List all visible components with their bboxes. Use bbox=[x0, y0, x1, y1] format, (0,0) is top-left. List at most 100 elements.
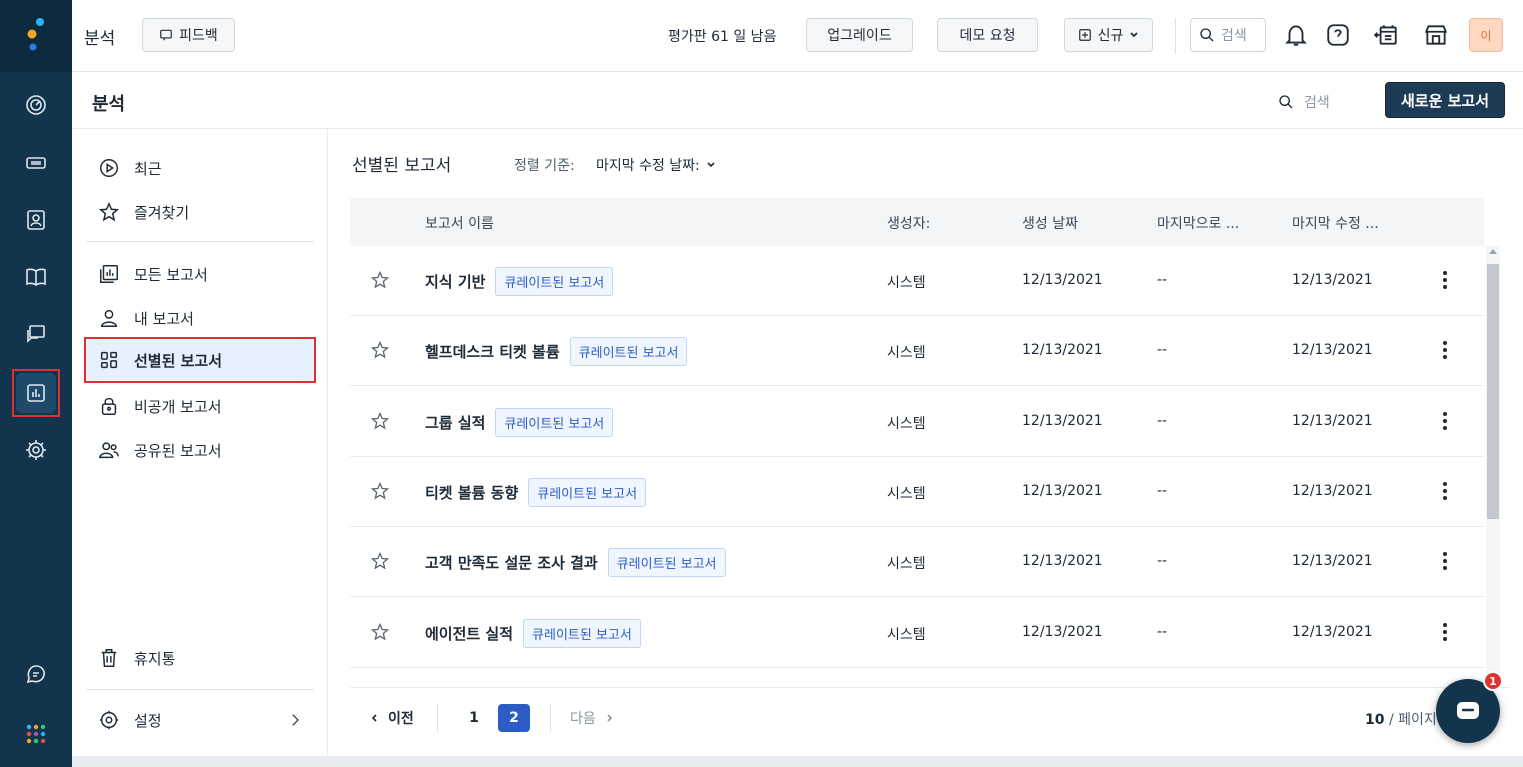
sidebar-item-my-reports[interactable]: 내 보고서 bbox=[86, 298, 314, 338]
new-dropdown-button[interactable]: 신규 bbox=[1064, 18, 1153, 52]
sidebar-item-curated-reports[interactable]: 선별된 보고서 bbox=[84, 337, 316, 383]
user-avatar[interactable]: 이 bbox=[1469, 18, 1503, 52]
page-2-button[interactable]: 2 bbox=[498, 704, 530, 732]
column-header-name[interactable]: 보고서 이름 bbox=[425, 213, 494, 233]
demo-request-button[interactable]: 데모 요청 bbox=[937, 18, 1038, 52]
trash-icon bbox=[101, 649, 117, 667]
contacts-icon[interactable] bbox=[22, 206, 50, 234]
report-name[interactable]: 헬프데스크 티켓 볼륨 bbox=[425, 341, 560, 362]
favorite-star-button[interactable] bbox=[370, 411, 392, 433]
page-1-button[interactable]: 1 bbox=[458, 704, 490, 732]
table-row[interactable]: 헬프데스크 티켓 볼륨 큐레이트된 보고서 시스템 12/13/2021 -- 12/13… bbox=[350, 316, 1484, 387]
star-icon bbox=[370, 622, 390, 641]
admin-settings-icon[interactable] bbox=[22, 436, 50, 464]
chat-support-icon[interactable] bbox=[22, 660, 50, 688]
app-logo[interactable] bbox=[0, 0, 72, 72]
upgrade-label: 업그레이드 bbox=[827, 28, 892, 44]
feedback-label: 피드백 bbox=[179, 28, 218, 44]
feedback-button[interactable]: 피드백 bbox=[142, 18, 235, 52]
marketplace-store-icon[interactable] bbox=[1421, 20, 1451, 50]
last-viewed-cell: -- bbox=[1157, 412, 1168, 429]
table-scrollbar[interactable] bbox=[1486, 246, 1500, 686]
logo-icon bbox=[27, 18, 44, 51]
report-name[interactable]: 티켓 볼륨 동향 bbox=[425, 482, 518, 503]
row-more-options-icon[interactable] bbox=[1440, 409, 1450, 433]
report-search-input[interactable]: 검색 bbox=[1278, 92, 1330, 112]
sidebar-item-private-reports[interactable]: 비공개 보고서 bbox=[86, 386, 314, 426]
demo-request-label: 데모 요청 bbox=[959, 28, 1016, 44]
last-modified-cell: 12/13/2021 bbox=[1292, 623, 1373, 640]
column-header-creator[interactable]: 생성자: bbox=[887, 213, 930, 233]
row-more-options-icon[interactable] bbox=[1440, 479, 1450, 503]
reports-stack-icon bbox=[100, 265, 118, 283]
knowledge-base-icon[interactable] bbox=[22, 263, 50, 291]
last-viewed-cell: -- bbox=[1157, 482, 1168, 499]
gear-icon bbox=[99, 710, 119, 730]
scroll-up-arrow[interactable] bbox=[1489, 249, 1497, 254]
section-title: 분석 bbox=[92, 94, 126, 115]
table-row[interactable]: 지식 기반 큐레이트된 보고서 시스템 12/13/2021 -- 12/13/2021 bbox=[350, 246, 1484, 316]
favorite-star-button[interactable] bbox=[370, 270, 392, 292]
last-modified-cell: 12/13/2021 bbox=[1292, 412, 1373, 429]
tickets-icon[interactable] bbox=[22, 149, 50, 177]
favorite-star-button[interactable] bbox=[370, 622, 392, 644]
favorite-star-button[interactable] bbox=[370, 481, 392, 503]
report-name-cell[interactable]: 에이전트 실적 큐레이트된 보고서 bbox=[425, 618, 641, 648]
sidebar-item-favorites[interactable]: 즐겨찾기 bbox=[86, 192, 314, 232]
report-name-cell[interactable]: 그룹 실적 큐레이트된 보고서 bbox=[425, 407, 614, 437]
column-header-last-viewed[interactable]: 마지막으로 ... bbox=[1157, 213, 1239, 233]
report-name-cell[interactable]: 헬프데스크 티켓 볼륨 큐레이트된 보고서 bbox=[425, 337, 688, 367]
global-search-input[interactable]: 검색 bbox=[1190, 18, 1266, 52]
upgrade-button[interactable]: 업그레이드 bbox=[806, 18, 913, 52]
next-page-button[interactable]: 다음 bbox=[570, 708, 614, 728]
star-icon bbox=[370, 270, 390, 289]
sort-dropdown[interactable]: 마지막 수정 날짜: bbox=[596, 155, 716, 175]
table-row[interactable]: 티켓 볼륨 동향 큐레이트된 보고서 시스템 12/13/2021 -- 12/13/20… bbox=[350, 457, 1484, 527]
row-more-options-icon[interactable] bbox=[1440, 549, 1450, 573]
notifications-icon[interactable] bbox=[1281, 20, 1311, 50]
sidebar-item-trash[interactable]: 휴지통 bbox=[86, 638, 314, 678]
user-icon bbox=[100, 309, 118, 327]
calendar-schedule-icon[interactable] bbox=[1371, 20, 1401, 50]
users-icon bbox=[98, 442, 119, 459]
report-name[interactable]: 에이전트 실적 bbox=[425, 623, 513, 644]
sidebar-item-all-reports[interactable]: 모든 보고서 bbox=[86, 254, 314, 294]
prev-page-label: 이전 bbox=[388, 711, 414, 727]
per-page-selector[interactable]: 10 / 페이지 bbox=[1365, 709, 1437, 729]
table-row[interactable]: 그룹 실적 큐레이트된 보고서 시스템 12/13/2021 -- 12/13/2021 bbox=[350, 387, 1484, 457]
report-name-cell[interactable]: 지식 기반 큐레이트된 보고서 bbox=[425, 267, 614, 296]
favorite-star-button[interactable] bbox=[370, 340, 392, 362]
table-row[interactable]: 고객 만족도 설문 조사 결과 큐레이트된 보고서 시스템 12/13/2021 -- 1… bbox=[350, 527, 1484, 598]
report-name[interactable]: 그룹 실적 bbox=[425, 412, 485, 433]
sidebar-item-recent[interactable]: 최근 bbox=[86, 148, 314, 188]
creator-cell: 시스템 bbox=[887, 275, 926, 291]
favorite-star-button[interactable] bbox=[370, 551, 392, 573]
row-more-options-icon[interactable] bbox=[1440, 338, 1450, 362]
sidebar-item-shared-reports[interactable]: 공유된 보고서 bbox=[86, 430, 314, 470]
app-switcher-icon[interactable] bbox=[22, 720, 50, 748]
curated-report-tag: 큐레이트된 보고서 bbox=[495, 267, 614, 296]
curated-report-tag: 큐레이트된 보고서 bbox=[569, 337, 688, 367]
creator-cell: 시스템 bbox=[887, 626, 926, 643]
sidebar-item-settings[interactable]: 설정 bbox=[86, 700, 314, 740]
dashboard-icon[interactable] bbox=[22, 91, 50, 119]
conversations-icon[interactable] bbox=[22, 320, 50, 348]
prev-page-button[interactable]: 이전 bbox=[370, 708, 414, 728]
page-title: 분석 bbox=[84, 29, 116, 49]
new-report-button[interactable]: 새로운 보고서 bbox=[1385, 82, 1505, 118]
table-row[interactable]: 에이전트 실적 큐레이트된 보고서 시스템 12/13/2021 -- 12/13/202… bbox=[350, 598, 1484, 668]
column-header-created[interactable]: 생성 날짜 bbox=[1022, 213, 1078, 233]
report-name-cell[interactable]: 티켓 볼륨 동향 큐레이트된 보고서 bbox=[425, 477, 647, 507]
row-more-options-icon[interactable] bbox=[1440, 620, 1450, 644]
pager-divider bbox=[437, 704, 438, 732]
report-name-cell[interactable]: 고객 만족도 설문 조사 결과 큐레이트된 보고서 bbox=[425, 548, 726, 578]
help-icon[interactable] bbox=[1323, 20, 1353, 50]
scrollbar-thumb[interactable] bbox=[1487, 264, 1499, 519]
analytics-rail-focus-outline bbox=[12, 369, 60, 417]
trial-remaining-text: 평가판 61 일 남음 bbox=[668, 29, 777, 45]
sidebar-item-label: 최근 bbox=[134, 159, 162, 178]
column-header-last-modified[interactable]: 마지막 수정 ... bbox=[1292, 213, 1379, 233]
row-more-options-icon[interactable] bbox=[1440, 268, 1450, 292]
report-name[interactable]: 고객 만족도 설문 조사 결과 bbox=[425, 552, 598, 573]
report-name[interactable]: 지식 기반 bbox=[425, 271, 485, 292]
